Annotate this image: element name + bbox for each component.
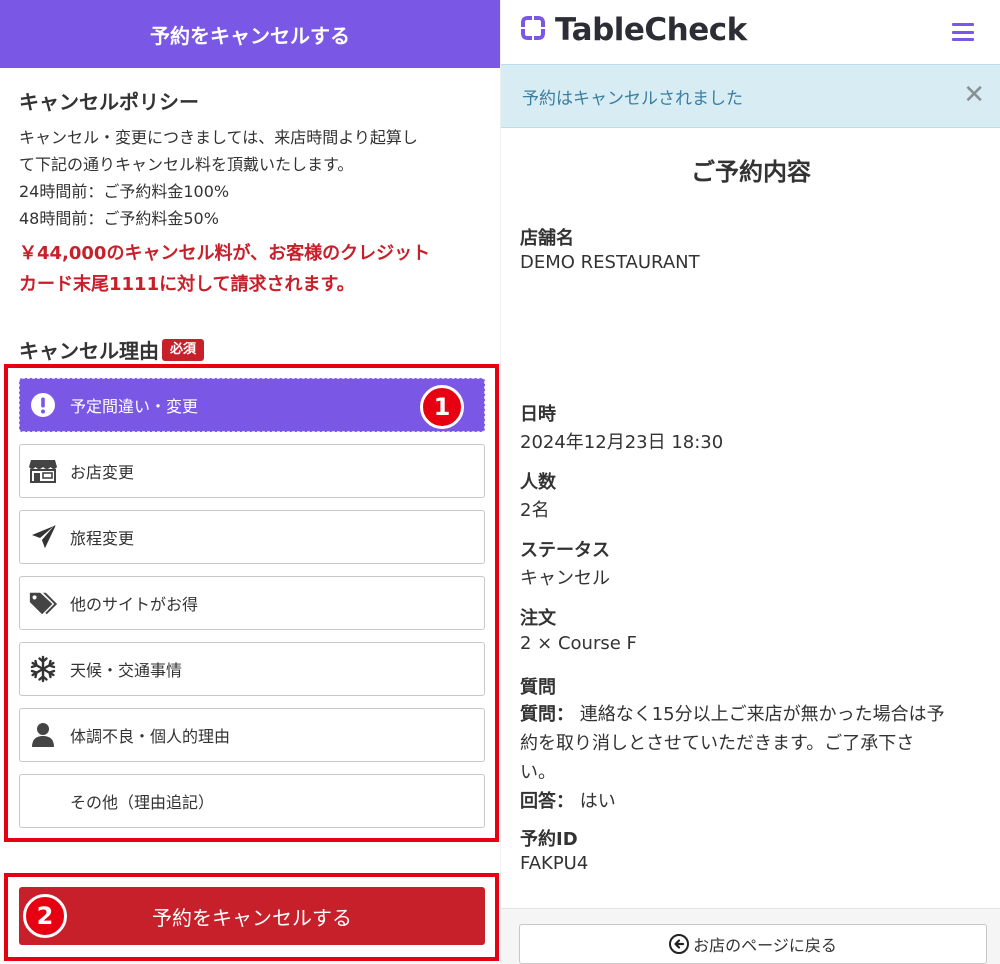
reason-option-other[interactable]: その他（理由追記） <box>19 774 485 828</box>
tablecheck-logo[interactable]: TableCheck <box>519 10 747 50</box>
people-value: 2名 <box>520 500 550 521</box>
page-header: 予約をキャンセルする <box>0 0 500 68</box>
step-marker-2: 2 <box>23 894 67 938</box>
required-badge: 必須 <box>162 338 205 361</box>
reason-label: 天候・交通事情 <box>70 661 183 680</box>
alert-message: 予約はキャンセルされました <box>522 88 743 109</box>
reason-label: お店変更 <box>70 463 135 482</box>
store-icon <box>28 456 58 486</box>
brand-name: TableCheck <box>555 12 747 48</box>
footer-bar: お店のページに戻る <box>501 908 1000 964</box>
reason-option-weather-traffic[interactable]: 天候・交通事情 <box>19 642 485 696</box>
policy-line: 24時間前：ご予約料金100% <box>19 182 230 201</box>
reason-option-store-change[interactable]: お店変更 <box>19 444 485 498</box>
tags-icon <box>28 588 58 618</box>
cancel-fee-warning: ￥44,000のキャンセル料が、お客様のクレジット カード末尾1111に対して請… <box>19 238 489 300</box>
order-label: 注文 <box>520 608 556 629</box>
question-label: 質問 <box>520 677 556 698</box>
reason-option-itinerary-change[interactable]: 旅程変更 <box>19 510 485 564</box>
question-answer-block: 質問： 連絡なく15分以上ご来店が無かった場合は予 約を取り消しとさせていただき… <box>520 700 982 816</box>
exclamation-circle-icon <box>28 390 58 420</box>
reason-label: 旅程変更 <box>70 529 135 548</box>
reason-label: 体調不良・個人的理由 <box>70 727 231 746</box>
reason-option-better-deal[interactable]: 他のサイトがお得 <box>19 576 485 630</box>
policy-line: て下記の通りキャンセル料を頂戴いたします。 <box>19 155 354 174</box>
reason-label: 他のサイトがお得 <box>70 595 199 614</box>
store-label: 店舗名 <box>520 228 574 249</box>
cancel-reason-title: キャンセル理由 必須 <box>19 335 205 364</box>
order-value: 2 × Course F <box>520 633 637 654</box>
date-label: 日時 <box>520 404 556 425</box>
cancel-policy-text: キャンセル・変更につきましては、来店時間より起算し て下記の通りキャンセル料を頂… <box>19 124 481 232</box>
people-label: 人数 <box>520 472 556 493</box>
reason-label: 予定間違い・変更 <box>70 397 199 416</box>
warning-line: カード末尾1111に対して請求されます。 <box>19 274 355 295</box>
policy-line: 48時間前：ご予約料金50% <box>19 209 219 228</box>
answer-key: 回答： <box>520 791 574 812</box>
step-marker-1: 1 <box>420 385 464 429</box>
date-value: 2024年12月23日 18:30 <box>520 432 724 453</box>
reason-label: その他（理由追記） <box>70 793 215 812</box>
tablecheck-logo-icon <box>519 14 547 46</box>
question-key: 質問： <box>520 704 574 725</box>
cancel-reservation-button[interactable]: 予約をキャンセルする <box>19 887 485 945</box>
answer-value: はい <box>579 791 616 812</box>
airplane-icon <box>28 522 58 552</box>
booking-details-title: ご予約内容 <box>691 158 811 186</box>
snowflake-icon <box>28 654 58 684</box>
reservation-id-value: FAKPU4 <box>520 853 589 874</box>
user-icon <box>28 720 58 750</box>
cancel-reason-label: キャンセル理由 <box>19 339 159 363</box>
cancel-policy-title: キャンセルポリシー <box>19 90 199 114</box>
question-text-line: 約を取り消しとさせていただきます。ご了承下さ <box>520 733 915 754</box>
booking-details-panel: TableCheck 予約はキャンセルされました ✕ ご予約内容 店舗名 DEM… <box>500 0 1000 964</box>
reason-option-schedule-change[interactable]: 予定間違い・変更 <box>19 378 485 432</box>
cancel-form-panel: 予約をキャンセルする キャンセルポリシー キャンセル・変更につきましては、来店時… <box>0 0 500 964</box>
hamburger-menu-icon[interactable] <box>952 23 974 41</box>
reservation-id-label: 予約ID <box>520 829 578 850</box>
warning-line: ￥44,000のキャンセル料が、お客様のクレジット <box>19 243 431 264</box>
cancel-success-alert: 予約はキャンセルされました ✕ <box>501 64 1000 128</box>
question-text-line: 連絡なく15分以上ご来店が無かった場合は予 <box>579 704 945 725</box>
back-to-store-button[interactable]: お店のページに戻る <box>519 924 987 964</box>
question-text-line: い。 <box>520 762 556 783</box>
store-value: DEMO RESTAURANT <box>520 252 700 273</box>
status-label: ステータス <box>520 540 610 561</box>
back-to-store-label: お店のページに戻る <box>693 936 837 955</box>
policy-line: キャンセル・変更につきましては、来店時間より起算し <box>19 128 418 147</box>
reason-option-personal[interactable]: 体調不良・個人的理由 <box>19 708 485 762</box>
status-value: キャンセル <box>520 568 610 589</box>
close-icon[interactable]: ✕ <box>963 82 985 108</box>
arrow-left-circle-icon <box>669 934 690 954</box>
